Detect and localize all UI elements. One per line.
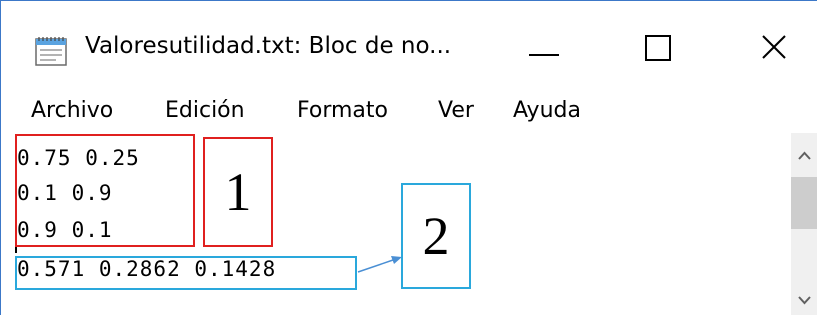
annotation-arrow <box>357 256 402 273</box>
notepad-window: Valoresutilidad.txt: Bloc de no... Archi… <box>0 0 817 315</box>
